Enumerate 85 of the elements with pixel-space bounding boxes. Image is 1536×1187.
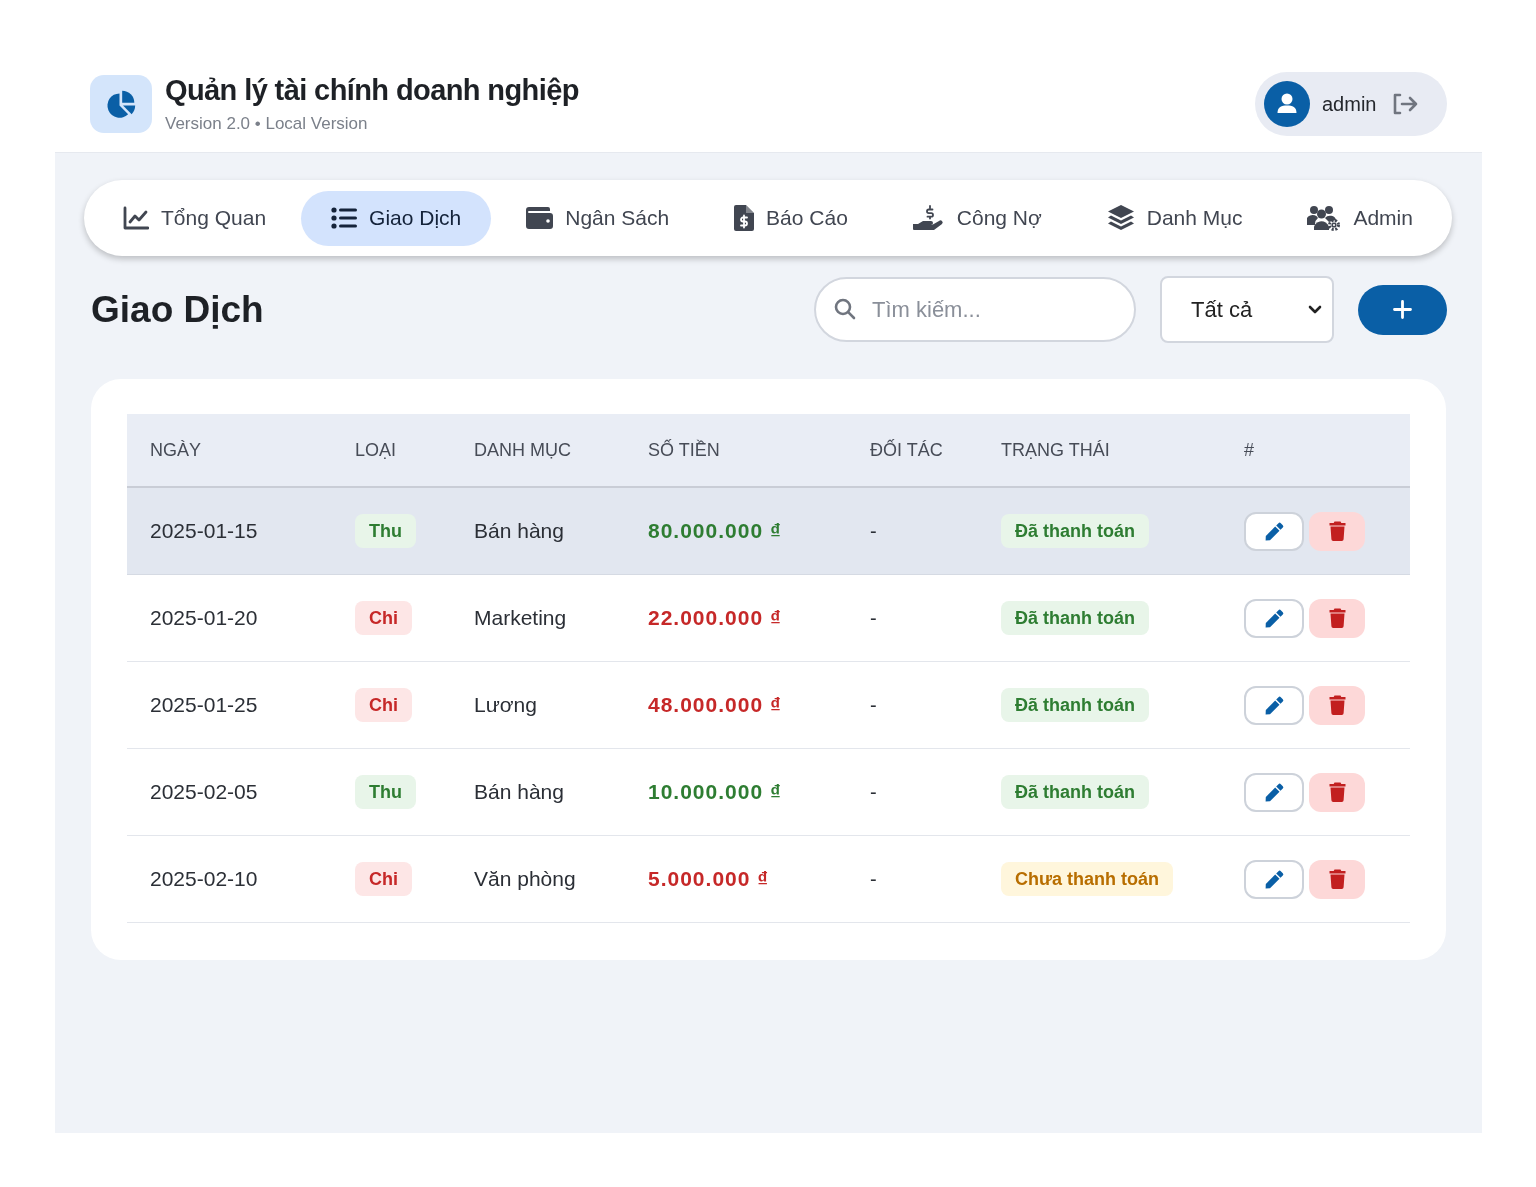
pencil-icon [1264, 521, 1284, 541]
trash-icon [1328, 869, 1346, 889]
pencil-icon [1264, 608, 1284, 628]
type-badge: Chi [355, 601, 412, 635]
edit-button[interactable] [1244, 511, 1304, 551]
logout-icon[interactable] [1392, 92, 1419, 115]
column-header: DANH MỤC [474, 439, 571, 460]
amount-cell: 10.000.000 ₫ [648, 780, 782, 804]
edit-button[interactable] [1244, 772, 1304, 812]
category-cell: Bán hàng [474, 519, 564, 543]
type-badge: Chi [355, 688, 412, 722]
status-badge: Đã thanh toán [1001, 775, 1149, 809]
app-version: Version 2.0 • Local Version [165, 113, 369, 135]
add-button[interactable] [1358, 284, 1447, 335]
status-badge: Đã thanh toán [1001, 514, 1149, 548]
line-chart-icon [123, 206, 149, 230]
status-badge: Đã thanh toán [1001, 688, 1149, 722]
column-header: SỐ TIỀN [648, 439, 720, 460]
nav-tab[interactable]: Công Nợ [882, 190, 1072, 246]
type-badge: Thu [355, 775, 416, 809]
search-icon [834, 298, 856, 320]
column-header: ĐỐI TÁC [870, 439, 943, 460]
app-title: Quản lý tài chính doanh nghiệp [165, 73, 579, 108]
partner-cell: - [870, 868, 877, 890]
category-cell: Lương [474, 693, 537, 717]
date-cell: 2025-02-10 [150, 867, 258, 891]
edit-button[interactable] [1244, 598, 1304, 638]
plus-icon [1393, 300, 1412, 319]
nav-tab[interactable]: Danh Mục [1076, 190, 1273, 246]
date-cell: 2025-02-05 [150, 780, 258, 804]
pie-chart-logo-icon [90, 74, 152, 133]
chevron-down-icon [1308, 305, 1322, 314]
amount-cell: 22.000.000 ₫ [648, 606, 782, 630]
pencil-icon [1264, 782, 1284, 802]
trash-icon [1328, 695, 1346, 715]
category-cell: Marketing [474, 606, 567, 630]
column-header: # [1244, 439, 1254, 460]
category-cell: Văn phòng [474, 867, 576, 891]
partner-cell: - [870, 520, 877, 542]
delete-button[interactable] [1309, 859, 1365, 899]
wallet-icon [526, 207, 554, 229]
pencil-icon [1264, 869, 1284, 889]
nav-tab[interactable]: Ngân Sách [496, 190, 700, 246]
category-cell: Bán hàng [474, 780, 564, 804]
type-badge: Thu [355, 514, 416, 548]
trash-icon [1328, 608, 1346, 628]
partner-cell: - [870, 694, 877, 716]
edit-button[interactable] [1244, 685, 1304, 725]
type-badge: Chi [355, 862, 412, 896]
delete-button[interactable] [1309, 685, 1365, 725]
amount-cell: 80.000.000 ₫ [648, 519, 782, 543]
partner-cell: - [870, 607, 877, 629]
nav-tab[interactable]: Admin [1277, 190, 1443, 246]
amount-cell: 48.000.000 ₫ [648, 693, 782, 717]
nav-tab[interactable]: Báo Cáo [704, 190, 878, 246]
partner-cell: - [870, 781, 877, 803]
column-header: NGÀY [150, 439, 201, 460]
trash-icon [1328, 521, 1346, 541]
list-icon [331, 207, 358, 229]
delete-button[interactable] [1309, 598, 1365, 638]
pencil-icon [1264, 695, 1284, 715]
invoice-dollar-icon [734, 205, 755, 231]
users-gear-icon [1307, 205, 1342, 231]
date-cell: 2025-01-25 [150, 693, 258, 717]
delete-button[interactable] [1309, 772, 1365, 812]
trash-icon [1328, 782, 1346, 802]
amount-cell: 5.000.000 ₫ [648, 867, 770, 891]
column-header: TRẠNG THÁI [1001, 439, 1110, 460]
user-name: admin [1322, 91, 1377, 117]
filter-dropdown[interactable]: Tất cả [1160, 276, 1334, 343]
date-cell: 2025-01-20 [150, 606, 258, 630]
column-header: LOẠI [355, 439, 397, 460]
date-cell: 2025-01-15 [150, 519, 258, 543]
delete-button[interactable] [1309, 511, 1365, 551]
nav-tab[interactable]: Tổng Quan [93, 190, 297, 246]
nav-tab[interactable]: Giao Dịch [301, 190, 492, 246]
search-field[interactable]: Tìm kiếm... [814, 277, 1136, 342]
page-title: Giao Dịch [91, 287, 264, 332]
edit-button[interactable] [1244, 859, 1304, 899]
status-badge: Đã thanh toán [1001, 601, 1149, 635]
hand-dollar-icon [912, 204, 945, 232]
user-avatar-icon [1264, 80, 1310, 127]
status-badge: Chưa thanh toán [1001, 862, 1174, 896]
table-row[interactable]: 2025-01-15 Thu Bán hàng 80.000.000 ₫ - Đã thanh toán [127, 488, 1410, 575]
layers-icon [1106, 205, 1135, 231]
